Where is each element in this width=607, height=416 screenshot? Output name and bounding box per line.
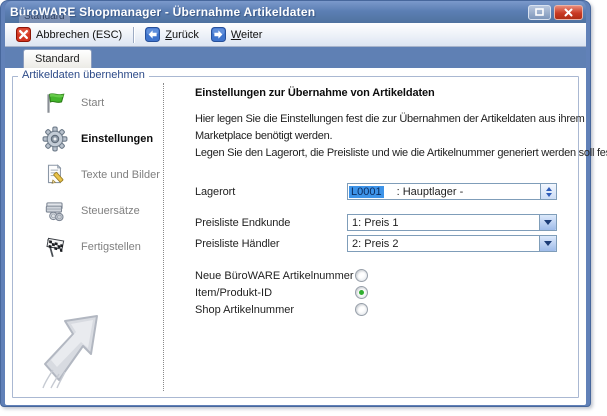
preisliste-endkunde-value: 1: Preis 1 [348,217,398,229]
cancel-button[interactable]: Abbrechen (ESC) [10,25,128,44]
titlebar-buttons [528,5,583,20]
wizard-content: Einstellungen zur Übernahme von Artikeld… [195,87,568,318]
sidebar-item-label: Einstellungen [81,133,153,145]
radio-button[interactable] [355,286,368,299]
tab-strip: Standard [5,47,586,68]
red-x-icon [16,27,31,42]
radio-row-neue-artikelnummer[interactable]: Neue BüroWARE Artikelnummer [195,267,568,284]
back-button-label: Zurück [165,29,199,41]
groupbox-title: Artikeldaten übernehmen [18,69,149,81]
lagerort-label: Lagerort [195,186,347,198]
arrow-right-icon [211,27,226,42]
radio-row-shop-artikelnummer[interactable]: Shop Artikelnummer [195,301,568,318]
radio-label: Item/Produkt-ID [195,287,355,299]
next-button-label: Weiter [231,29,263,41]
arrow-left-icon [145,27,160,42]
sidebar-item-fertigstellen[interactable]: Fertigstellen [41,231,161,263]
sidebar-item-label: Steuersätze [81,205,140,217]
dropdown-button[interactable] [539,215,556,230]
preisliste-haendler-select[interactable]: 2: Preis 2 [347,235,557,252]
money-icon [41,198,68,225]
toolbar: Abbrechen (ESC) Zurück Weiter [5,23,586,47]
intro-text: Hier legen Sie die Einstellungen fest di… [195,111,568,162]
preisliste-endkunde-row: Preisliste Endkunde 1: Preis 1 [195,213,568,232]
cancel-button-label: Abbrechen (ESC) [36,29,122,41]
sidebar-item-start[interactable]: Start [41,87,161,119]
preisliste-haendler-value: 2: Preis 2 [348,238,398,250]
back-button[interactable]: Zurück [139,25,205,44]
tab-standard[interactable]: Standard [23,49,92,68]
page-title: Einstellungen zur Übernahme von Artikeld… [195,87,568,99]
lagerort-value-rest: : Hauptlager - [397,186,464,198]
radio-button[interactable] [355,303,368,316]
sidebar-item-label: Start [81,97,104,109]
intro-line: Marketplace benötigt werden. [195,128,568,145]
spinner-down-icon [546,193,552,197]
radio-row-item-produkt-id[interactable]: Item/Produkt-ID [195,284,568,301]
preisliste-endkunde-select[interactable]: 1: Preis 1 [347,214,557,231]
chevron-down-icon [544,220,552,225]
radio-label: Shop Artikelnummer [195,304,355,316]
arrow-watermark [31,308,109,395]
checkered-flag-icon [41,234,68,261]
preisliste-haendler-label: Preisliste Händler [195,238,347,250]
settings-form: Lagerort L0001 : Hauptlager - Preis [195,182,568,253]
lagerort-selected-value: L0001 [349,186,384,198]
close-icon[interactable] [554,5,583,20]
lagerort-field[interactable]: L0001 : Hauptlager - [347,183,557,200]
green-flag-icon [41,90,68,117]
wizard-sidebar: Start [41,87,161,267]
maximize-icon[interactable] [528,5,551,20]
document-pencil-icon [41,162,68,189]
sidebar-item-steuersaetze[interactable]: Steuersätze [41,195,161,227]
vertical-dotted-separator [163,83,164,391]
lagerort-row: Lagerort L0001 : Hauptlager - [195,182,568,201]
preisliste-endkunde-label: Preisliste Endkunde [195,217,347,229]
dropdown-button[interactable] [539,236,556,251]
lagerort-spinner[interactable] [540,184,556,199]
preisliste-haendler-row: Preisliste Händler 2: Preis 2 [195,234,568,253]
titlebar: BüroWARE Shopmanager - Übernahme Artikel… [5,1,586,23]
chevron-down-icon [544,241,552,246]
sidebar-item-label: Texte und Bilder [81,169,160,181]
main-panel: Artikeldaten übernehmen Start [5,68,586,405]
intro-line: Legen Sie den Lagerort, die Preisliste u… [195,145,568,162]
app-window: Standard BüroWARE Shopmanager - Übernahm… [0,0,591,407]
sidebar-item-label: Fertigstellen [81,241,141,253]
sidebar-item-einstellungen[interactable]: Einstellungen [41,123,161,155]
toolbar-separator [133,27,134,43]
spinner-up-icon [546,187,552,191]
sidebar-item-texte-und-bilder[interactable]: Texte und Bilder [41,159,161,191]
radio-button[interactable] [355,269,368,282]
radio-label: Neue BüroWARE Artikelnummer [195,270,355,282]
groupbox-artikeldaten: Artikeldaten übernehmen Start [12,76,579,398]
intro-line: Hier legen Sie die Einstellungen fest di… [195,111,568,128]
artikelnummer-radio-group: Neue BüroWARE Artikelnummer Item/Produkt… [195,267,568,318]
gear-icon [41,126,68,153]
next-button[interactable]: Weiter [205,25,269,44]
